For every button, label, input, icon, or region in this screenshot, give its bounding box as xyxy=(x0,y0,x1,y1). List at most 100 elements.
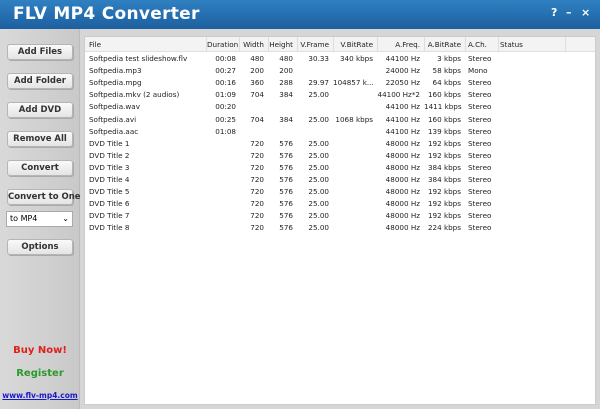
website-link[interactable]: www.flv-mp4.com xyxy=(0,391,80,400)
cell-width: 704 xyxy=(250,114,264,124)
column-header-height[interactable]: Height xyxy=(269,40,293,55)
cell-height: 384 xyxy=(279,90,293,100)
table-row[interactable]: DVD Title 2 720 576 25.00 48000 Hz 192 kbps St… xyxy=(85,151,595,163)
buy-now-link[interactable]: Buy Now! xyxy=(0,345,80,356)
table-row[interactable]: DVD Title 3 720 576 25.00 48000 Hz 384 kbps St… xyxy=(85,163,595,175)
cell-file: DVD Title 2 xyxy=(89,150,130,160)
register-link[interactable]: Register xyxy=(0,368,80,379)
column-header-a-bitrate[interactable]: A.BitRate xyxy=(424,40,461,55)
column-divider[interactable] xyxy=(206,37,207,52)
table-row[interactable]: Softpedia.mpg 00:16 360 288 29.97 104857 k...… xyxy=(85,78,595,90)
table-row[interactable]: DVD Title 6 720 576 25.00 48000 Hz 192 kbps St… xyxy=(85,199,595,211)
cell-a-ch: Stereo xyxy=(468,102,492,112)
cell-a-bitrate: 64 kbps xyxy=(432,78,461,88)
cell-height: 384 xyxy=(279,114,293,124)
cell-file: Softpedia.avi xyxy=(89,114,137,124)
table-row[interactable]: Softpedia.aac 01:08 44100 Hz 139 kbps Stereo xyxy=(85,127,595,139)
table-row[interactable]: Softpedia.mkv (2 audios) 01:09 704 384 25.00… xyxy=(85,90,595,102)
table-row[interactable]: DVD Title 5 720 576 25.00 48000 Hz 192 kbps St… xyxy=(85,187,595,199)
cell-a-freq: 48000 Hz xyxy=(385,162,420,172)
convert-button[interactable]: Convert xyxy=(7,160,73,176)
table-row[interactable]: Softpedia.wav 00:20 44100 Hz 1411 kbps Stere… xyxy=(85,102,595,114)
table-header: File Duration Width Height V.Frame V.BitRate A… xyxy=(85,37,595,52)
column-header-status[interactable]: Status xyxy=(500,40,560,55)
cell-a-freq: 48000 Hz xyxy=(385,175,420,184)
cell-v-bitrate: 340 kbps xyxy=(339,54,373,63)
table-row[interactable]: DVD Title 1 720 576 25.00 48000 Hz 192 kbps St… xyxy=(85,139,595,151)
column-divider[interactable] xyxy=(239,37,240,52)
column-divider[interactable] xyxy=(565,37,566,52)
column-divider[interactable] xyxy=(297,37,298,52)
column-divider[interactable] xyxy=(268,37,269,52)
column-divider[interactable] xyxy=(424,37,425,52)
cell-a-ch: Stereo xyxy=(468,138,492,148)
cell-a-ch: Stereo xyxy=(468,114,492,124)
cell-duration: 00:25 xyxy=(215,114,236,124)
cell-height: 576 xyxy=(279,150,293,160)
column-divider[interactable] xyxy=(377,37,378,52)
table-row[interactable]: Softpedia.mp3 00:27 200 200 24000 Hz 58 kbps M… xyxy=(85,66,595,78)
cell-a-freq: 48000 Hz xyxy=(385,223,420,233)
cell-width: 720 xyxy=(250,211,264,221)
column-divider[interactable] xyxy=(498,37,499,52)
column-header-v-frame[interactable]: V.Frame xyxy=(298,40,329,55)
cell-width: 200 xyxy=(250,66,264,76)
cell-width: 720 xyxy=(250,162,264,172)
cell-a-freq: 44100 Hz xyxy=(385,102,420,112)
cell-height: 576 xyxy=(279,138,293,148)
format-select[interactable]: to MP4 ⌄ xyxy=(6,211,73,227)
add-folder-button[interactable]: Add Folder xyxy=(7,73,73,89)
column-header-a-freq[interactable]: A.Freq. xyxy=(377,40,420,55)
close-button[interactable]: × xyxy=(581,6,590,19)
add-files-button[interactable]: Add Files xyxy=(7,44,73,60)
cell-a-freq: 44100 Hz xyxy=(385,54,420,63)
add-dvd-button[interactable]: Add DVD xyxy=(7,102,73,118)
remove-all-button[interactable]: Remove All xyxy=(7,131,73,147)
column-divider[interactable] xyxy=(333,37,334,52)
table-row[interactable]: Softpedia test slideshow.flv 00:08 480 480 3… xyxy=(85,54,595,66)
cell-width: 720 xyxy=(250,150,264,160)
cell-a-bitrate: 192 kbps xyxy=(427,199,461,209)
cell-height: 576 xyxy=(279,211,293,221)
cell-a-ch: Stereo xyxy=(468,162,492,172)
table-row[interactable]: DVD Title 4 720 576 25.00 48000 Hz 384 kbps St… xyxy=(85,175,595,187)
cell-v-frame: 25.00 xyxy=(308,199,329,209)
cell-v-frame: 25.00 xyxy=(308,90,329,100)
cell-file: DVD Title 7 xyxy=(89,211,130,221)
table-row[interactable]: DVD Title 7 720 576 25.00 48000 Hz 192 kbps St… xyxy=(85,211,595,223)
column-header-duration[interactable]: Duration xyxy=(207,40,238,55)
cell-a-freq: 48000 Hz xyxy=(385,187,420,197)
cell-width: 480 xyxy=(250,54,264,63)
cell-height: 576 xyxy=(279,175,293,184)
cell-a-freq: 48000 Hz xyxy=(385,211,420,221)
table-row[interactable]: DVD Title 8 720 576 25.00 48000 Hz 224 kbps St… xyxy=(85,223,595,235)
cell-file: Softpedia.mpg xyxy=(89,78,142,88)
cell-width: 720 xyxy=(250,138,264,148)
help-button[interactable]: ? xyxy=(551,6,557,19)
cell-file: Softpedia.wav xyxy=(89,102,140,112)
cell-width: 704 xyxy=(250,90,264,100)
cell-a-bitrate: 192 kbps xyxy=(427,150,461,160)
column-header-a-ch[interactable]: A.Ch. xyxy=(468,40,498,55)
cell-v-frame: 29.97 xyxy=(308,78,329,88)
options-button[interactable]: Options xyxy=(7,239,73,255)
cell-a-bitrate: 139 kbps xyxy=(427,126,461,136)
table-row[interactable]: Softpedia.avi 00:25 704 384 25.00 1068 kbps 44… xyxy=(85,115,595,127)
cell-duration: 00:16 xyxy=(215,78,236,88)
convert-to-one-button[interactable]: Convert to One xyxy=(7,189,81,205)
minimize-button[interactable]: – xyxy=(566,6,572,19)
cell-v-bitrate: 1068 kbps xyxy=(335,114,373,124)
file-list[interactable]: File Duration Width Height V.Frame V.BitRate A… xyxy=(84,36,596,405)
cell-height: 576 xyxy=(279,223,293,233)
chevron-down-icon: ⌄ xyxy=(62,214,69,223)
column-divider[interactable] xyxy=(465,37,466,52)
cell-width: 720 xyxy=(250,223,264,233)
column-header-file[interactable]: File xyxy=(89,40,207,55)
cell-a-ch: Stereo xyxy=(468,175,492,184)
column-header-v-bitrate[interactable]: V.BitRate xyxy=(333,40,374,55)
cell-a-ch: Stereo xyxy=(468,150,492,160)
column-header-width[interactable]: Width xyxy=(240,40,264,55)
cell-a-bitrate: 58 kbps xyxy=(432,66,461,76)
format-value: to MP4 xyxy=(10,214,38,223)
cell-width: 720 xyxy=(250,199,264,209)
